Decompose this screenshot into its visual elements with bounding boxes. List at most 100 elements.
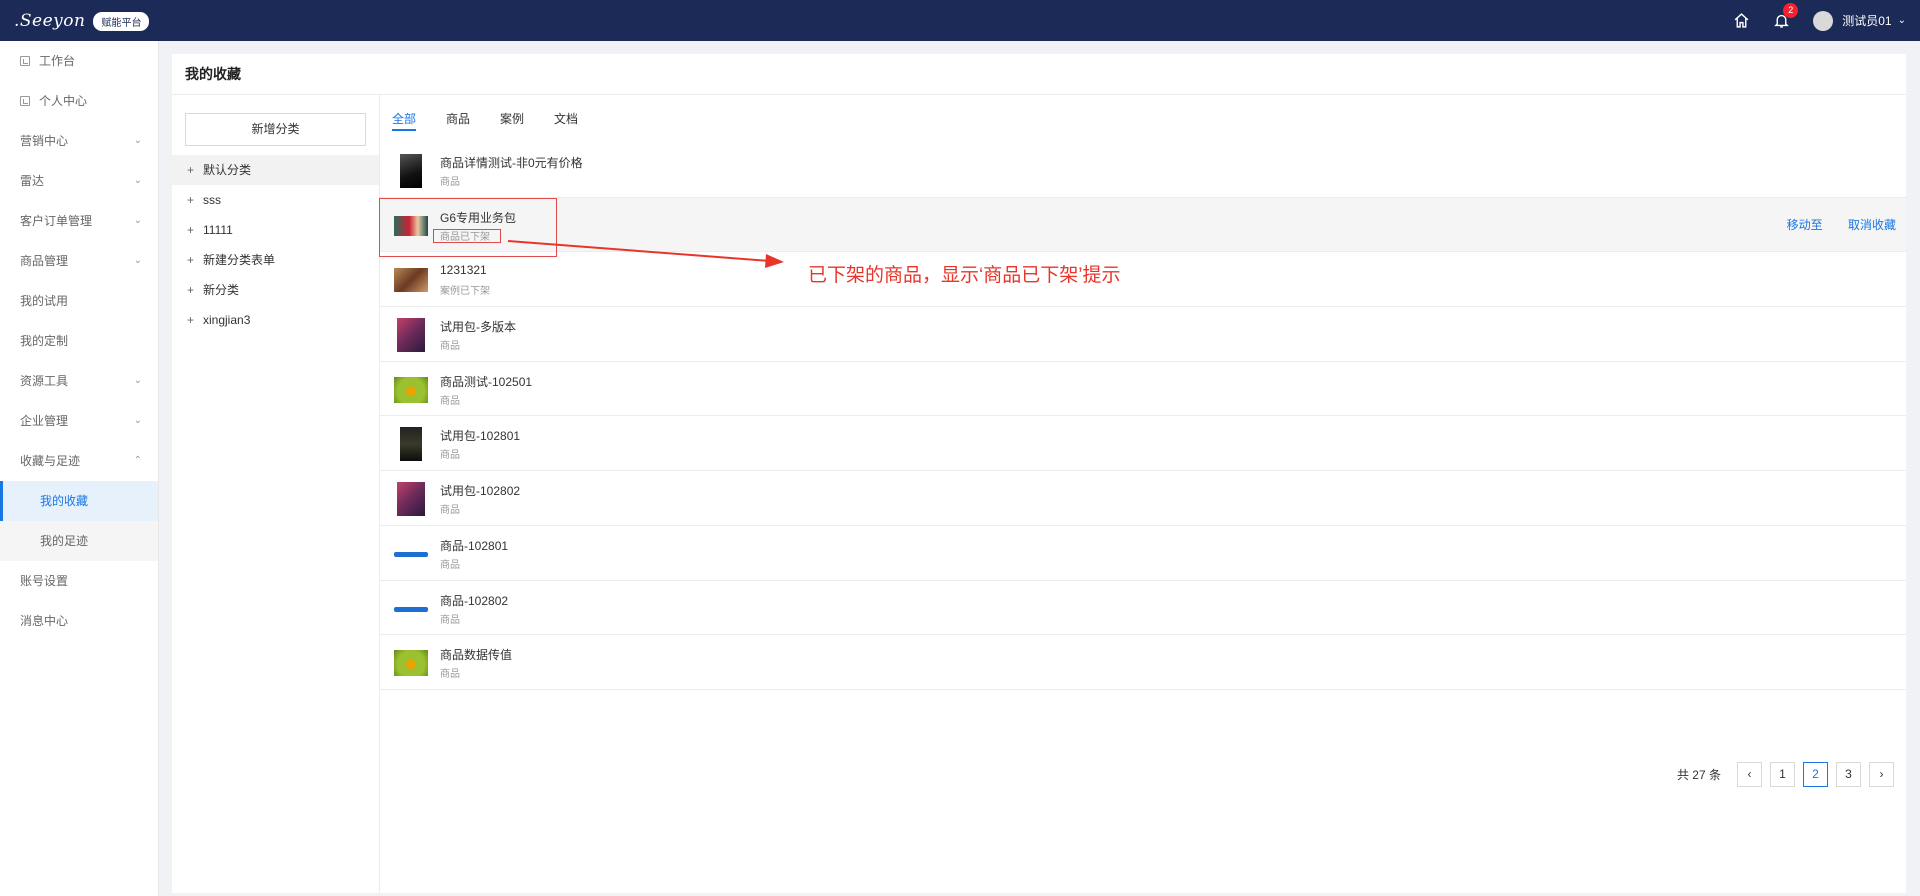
chevron-down-icon: ⌄: [1897, 15, 1906, 26]
sidebar: 工作台 个人中心 营销中心 ⌄ 雷达 ⌄ 客户订单管理 ⌄ 商品管理 ⌄ 我的试用 我的…: [0, 41, 159, 896]
tab-products[interactable]: 商品: [446, 95, 470, 135]
list-item[interactable]: 商品详情测试-非0元有价格 商品: [380, 143, 1906, 198]
plus-icon[interactable]: +: [187, 275, 203, 305]
row-actions: 移动至 取消收藏: [1765, 198, 1896, 252]
category-item[interactable]: + 新分类: [172, 275, 379, 305]
plus-icon[interactable]: +: [187, 215, 203, 245]
sidebar-item-my-trial[interactable]: 我的试用: [0, 281, 158, 321]
list-item[interactable]: 商品数据传值 商品: [380, 635, 1906, 690]
tab-all[interactable]: 全部: [392, 95, 417, 135]
plus-icon[interactable]: +: [187, 245, 203, 275]
sidebar-item-resource-tools[interactable]: 资源工具 ⌄: [0, 361, 158, 401]
sidebar-item-label: 工作台: [39, 54, 76, 68]
category-item[interactable]: + 默认分类: [172, 155, 379, 185]
item-title[interactable]: 商品-102802: [440, 592, 508, 609]
item-type: 商品: [440, 669, 460, 681]
plus-icon[interactable]: +: [187, 185, 203, 215]
sidebar-item-workbench[interactable]: 工作台: [0, 41, 158, 81]
type-tabs: 全部 商品 案例 文档: [392, 95, 608, 135]
item-type: 商品: [440, 505, 460, 517]
item-thumbnail: [400, 154, 422, 188]
sidebar-item-message-center[interactable]: 消息中心: [0, 601, 158, 641]
tab-label: 全部: [392, 110, 417, 131]
home-icon[interactable]: [1721, 0, 1761, 41]
avatar: [1813, 10, 1834, 31]
tab-cases[interactable]: 案例: [500, 95, 524, 135]
item-title[interactable]: 商品详情测试-非0元有价格: [440, 154, 583, 171]
move-to-button[interactable]: 移动至: [1787, 218, 1823, 232]
page-button[interactable]: 1: [1770, 762, 1795, 787]
list-item[interactable]: 试用包-102801 商品: [380, 416, 1906, 472]
sidebar-item-label: 收藏与足迹: [20, 454, 81, 468]
tab-label: 文档: [554, 112, 579, 126]
category-item[interactable]: +11111: [172, 215, 379, 245]
item-title[interactable]: 试用包-102801: [440, 427, 520, 444]
sidebar-item-my-footprints[interactable]: 我的足迹: [0, 521, 158, 561]
category-item[interactable]: + 新建分类表单: [172, 245, 379, 275]
item-type: 商品: [440, 395, 460, 407]
logo[interactable]: .Seeyon 赋能平台: [14, 8, 150, 34]
sidebar-item-product-management[interactable]: 商品管理 ⌄: [0, 241, 158, 281]
sidebar-item-label: 商品管理: [20, 254, 69, 268]
sidebar-item-my-favorites[interactable]: 我的收藏: [0, 481, 158, 521]
page-button[interactable]: 3: [1836, 762, 1861, 787]
category-label: 11111: [203, 223, 233, 237]
item-type: 商品已下架: [440, 231, 490, 243]
sidebar-item-favorites-footprints[interactable]: 收藏与足迹 ⌃: [0, 441, 158, 481]
category-label: 新分类: [203, 283, 240, 297]
item-thumbnail: [394, 215, 428, 236]
tab-documents[interactable]: 文档: [554, 95, 578, 135]
sidebar-item-personal-center[interactable]: 个人中心: [0, 81, 158, 121]
top-bar: .Seeyon 赋能平台 2 测试员01 ⌄: [0, 0, 1920, 41]
item-type: 商品: [440, 341, 460, 353]
plus-icon[interactable]: +: [187, 155, 203, 185]
item-thumbnail: [400, 427, 422, 462]
item-title[interactable]: 试用包-102802: [440, 482, 520, 499]
pagination-total: 共 27 条: [1676, 768, 1721, 782]
chevron-down-icon: ⌄: [133, 135, 142, 146]
list-item[interactable]: 商品测试-102501 商品: [380, 362, 1906, 417]
chevron-down-icon: ⌄: [133, 175, 142, 186]
next-page-button[interactable]: ›: [1869, 762, 1894, 787]
category-item[interactable]: + xingjian3: [172, 305, 379, 335]
category-item[interactable]: + sss: [172, 185, 379, 215]
sidebar-item-label: 客户订单管理: [20, 214, 93, 228]
chevron-down-icon: ⌄: [133, 255, 142, 266]
prev-page-button[interactable]: ‹: [1737, 762, 1762, 787]
sidebar-item-account-settings[interactable]: 账号设置: [0, 561, 158, 601]
list-item[interactable]: 试用包-102802 商品: [380, 471, 1906, 526]
user-name: 测试员01: [1842, 14, 1892, 28]
page-button-current[interactable]: 2: [1803, 762, 1828, 787]
main-panel: 我的收藏 新增分类 + 默认分类 + sss +11111 + 新建分类表单 + 新分类…: [172, 54, 1906, 893]
chevron-up-icon: ⌃: [133, 455, 142, 466]
sidebar-item-marketing[interactable]: 营销中心 ⌄: [0, 121, 158, 161]
plus-icon[interactable]: +: [187, 305, 203, 335]
bell-icon[interactable]: 2: [1761, 0, 1801, 41]
chevron-down-icon: ⌄: [133, 415, 142, 426]
item-title[interactable]: 1231321: [440, 263, 487, 277]
list-item[interactable]: 商品-102801 商品: [380, 526, 1906, 581]
cancel-favorite-button[interactable]: 取消收藏: [1848, 218, 1896, 232]
user-menu[interactable]: 测试员01 ⌄: [1813, 10, 1906, 31]
list-item[interactable]: G6专用业务包 商品已下架 移动至 取消收藏: [380, 197, 1906, 253]
tab-label: 商品: [446, 112, 471, 126]
sidebar-item-label: 资源工具: [20, 374, 69, 388]
list-item[interactable]: 商品-102802 商品: [380, 581, 1906, 636]
list-item[interactable]: 试用包-多版本 商品: [380, 307, 1906, 362]
item-title[interactable]: 商品-102801: [440, 537, 508, 554]
category-label: 新建分类表单: [203, 253, 276, 267]
sidebar-item-label: 我的足迹: [40, 534, 89, 548]
item-title[interactable]: 商品数据传值: [440, 646, 512, 663]
sidebar-item-label: 雷达: [20, 174, 45, 188]
sidebar-item-customer-orders[interactable]: 客户订单管理 ⌄: [0, 201, 158, 241]
user-center-icon: [20, 96, 30, 106]
add-category-button[interactable]: 新增分类: [185, 113, 366, 146]
item-title[interactable]: 试用包-多版本: [440, 318, 516, 335]
item-title[interactable]: G6专用业务包: [440, 209, 516, 226]
item-thumbnail: [394, 551, 428, 557]
sidebar-item-enterprise[interactable]: 企业管理 ⌄: [0, 401, 158, 441]
sidebar-item-radar[interactable]: 雷达 ⌄: [0, 161, 158, 201]
item-title[interactable]: 商品测试-102501: [440, 373, 532, 390]
sidebar-item-my-custom[interactable]: 我的定制: [0, 321, 158, 361]
list-item[interactable]: 1231321 案例已下架: [380, 252, 1906, 308]
